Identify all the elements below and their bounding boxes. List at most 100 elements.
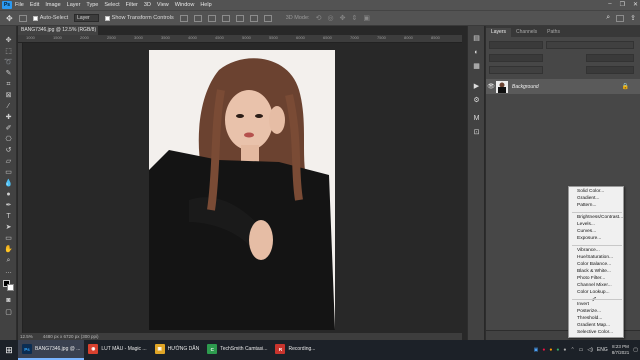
menu-3d[interactable]: 3D: [144, 2, 151, 8]
move-tool-icon[interactable]: ✥: [6, 14, 13, 23]
menu-item-gradient[interactable]: Gradient...: [577, 196, 599, 201]
share-icon[interactable]: ⇪: [630, 14, 636, 22]
history-panel-icon[interactable]: ▤: [471, 34, 482, 43]
show-transform-option[interactable]: Show Transform Controls: [104, 15, 174, 21]
lasso-tool-icon[interactable]: ➰: [3, 58, 14, 67]
menu-item-posterize[interactable]: Posterize...: [577, 309, 601, 314]
screen-mode-icon[interactable]: ▢: [3, 308, 14, 317]
menu-item-levels[interactable]: Levels...: [577, 222, 595, 227]
type-tool-icon[interactable]: T: [3, 212, 14, 221]
blend-mode-dropdown[interactable]: [489, 54, 543, 62]
tray-app-icon[interactable]: ●: [549, 347, 552, 353]
align-center-icon[interactable]: [193, 14, 202, 22]
history-brush-tool-icon[interactable]: ↺: [3, 146, 14, 155]
3d-roll-icon[interactable]: ◎: [327, 14, 333, 22]
tool-preset-icon[interactable]: [18, 14, 27, 22]
rectangle-tool-icon[interactable]: ▭: [3, 234, 14, 243]
network-icon[interactable]: ▭: [579, 347, 584, 353]
align-middle-icon[interactable]: [235, 14, 244, 22]
menu-edit[interactable]: Edit: [30, 2, 39, 8]
auto-select-option[interactable]: Auto-Select: [32, 15, 68, 21]
adjustments-panel-icon[interactable]: ⊡: [471, 128, 482, 137]
3d-scale-icon[interactable]: ▣: [363, 14, 370, 22]
align-top-icon[interactable]: [221, 14, 230, 22]
search-icon[interactable]: ⌕: [606, 14, 610, 22]
move-tool-icon[interactable]: ✥: [3, 36, 14, 45]
minimize-icon[interactable]: –: [608, 1, 611, 8]
tab-paths[interactable]: Paths: [542, 28, 565, 37]
taskbar-app-browser[interactable]: ◉ LUT MÀU - Magic ...: [84, 340, 150, 360]
menu-select[interactable]: Select: [104, 2, 119, 8]
layer-row-background[interactable]: 👁 Background 🔒: [486, 79, 640, 94]
tray-app-icon[interactable]: ▣: [534, 347, 539, 353]
menu-item-pattern[interactable]: Pattern...: [577, 203, 596, 208]
dodge-tool-icon[interactable]: ●: [3, 190, 14, 199]
color-panel-icon[interactable]: ◐: [471, 48, 482, 57]
show-transform-checkbox[interactable]: [104, 15, 110, 21]
pen-tool-icon[interactable]: ✒: [3, 201, 14, 210]
layer-filter-icons[interactable]: [546, 41, 634, 49]
volume-icon[interactable]: ◁): [587, 347, 593, 353]
menu-type[interactable]: Type: [86, 2, 98, 8]
menu-item-channel-mixer[interactable]: Channel Mixer...: [577, 283, 612, 288]
menu-filter[interactable]: Filter: [126, 2, 138, 8]
hand-tool-icon[interactable]: ✋: [3, 245, 14, 254]
taskbar-app-recorder[interactable]: R Recording...: [271, 340, 319, 360]
windows-start-icon[interactable]: ⊞: [0, 340, 18, 360]
quick-select-tool-icon[interactable]: ✎: [3, 69, 14, 78]
notification-icon[interactable]: ▢: [633, 347, 638, 353]
workspace-icon[interactable]: [616, 14, 625, 22]
menu-item-selective-color[interactable]: Selective Color...: [577, 330, 613, 335]
menu-item-hue-saturation[interactable]: Hue/Saturation...: [577, 255, 613, 260]
menu-window[interactable]: Window: [175, 2, 195, 8]
chevron-up-icon[interactable]: ⌃: [570, 347, 574, 353]
color-swatches-icon[interactable]: [3, 280, 14, 292]
close-icon[interactable]: ✕: [633, 1, 638, 8]
frame-tool-icon[interactable]: ⊠: [3, 91, 14, 100]
healing-brush-tool-icon[interactable]: ✚: [3, 113, 14, 122]
fill-field[interactable]: [586, 66, 634, 74]
menu-item-exposure[interactable]: Exposure...: [577, 236, 601, 241]
lock-icon[interactable]: 🔒: [622, 83, 629, 90]
menu-item-color-balance[interactable]: Color Balance...: [577, 262, 611, 267]
actions-panel-icon[interactable]: ▶: [471, 82, 482, 91]
gradient-tool-icon[interactable]: ▭: [3, 168, 14, 177]
tray-app-icon[interactable]: ●: [542, 347, 545, 353]
auto-select-checkbox[interactable]: [32, 15, 38, 21]
menu-item-vibrance[interactable]: Vibrance...: [577, 248, 600, 253]
align-right-icon[interactable]: [207, 14, 216, 22]
eraser-tool-icon[interactable]: ▱: [3, 157, 14, 166]
taskbar-app-camtasia[interactable]: C TechSmith Camtasi...: [203, 340, 271, 360]
menu-view[interactable]: View: [157, 2, 169, 8]
menu-help[interactable]: Help: [200, 2, 211, 8]
menu-layer[interactable]: Layer: [67, 2, 81, 8]
document-image[interactable]: [149, 50, 335, 330]
menu-item-threshold[interactable]: Threshold...: [577, 316, 602, 321]
clock[interactable]: 8:23 PM 8/7/2021: [612, 344, 630, 356]
properties-panel-icon[interactable]: ⚙: [471, 96, 482, 105]
libraries-panel-icon[interactable]: M: [471, 114, 482, 123]
tab-channels[interactable]: Channels: [511, 28, 542, 37]
tray-app-icon[interactable]: ●: [556, 347, 559, 353]
3d-slide-icon[interactable]: ⇕: [351, 14, 357, 22]
clone-stamp-tool-icon[interactable]: ⎔: [3, 135, 14, 144]
taskbar-app-folder[interactable]: ▣ HƯỚNG DẪN: [151, 340, 204, 360]
menu-item-solid-color[interactable]: Solid Color...: [577, 189, 604, 194]
document-tab[interactable]: BANG7346.jpg @ 12.5% (RGB/8) *: [18, 26, 98, 42]
menu-image[interactable]: Image: [45, 2, 60, 8]
zoom-level[interactable]: 12.5%: [20, 334, 33, 339]
distribute-icon[interactable]: [263, 14, 272, 22]
brush-tool-icon[interactable]: ✐: [3, 124, 14, 133]
eyedropper-tool-icon[interactable]: ⁄: [3, 102, 14, 111]
artboard-tool-icon[interactable]: ⬚: [3, 47, 14, 56]
menu-item-brightness-contrast[interactable]: Brightness/Contrast...: [577, 215, 623, 220]
auto-select-target-dropdown[interactable]: Layer: [74, 14, 99, 22]
align-bottom-icon[interactable]: [249, 14, 258, 22]
crop-tool-icon[interactable]: ⌗: [3, 80, 14, 89]
lock-options[interactable]: [489, 66, 543, 74]
menu-item-black-white[interactable]: Black & White...: [577, 269, 611, 274]
menu-file[interactable]: File: [15, 2, 24, 8]
swatches-panel-icon[interactable]: ▦: [471, 62, 482, 71]
menu-item-invert[interactable]: Invert: [577, 302, 589, 307]
3d-orbit-icon[interactable]: ⟲: [316, 14, 322, 22]
